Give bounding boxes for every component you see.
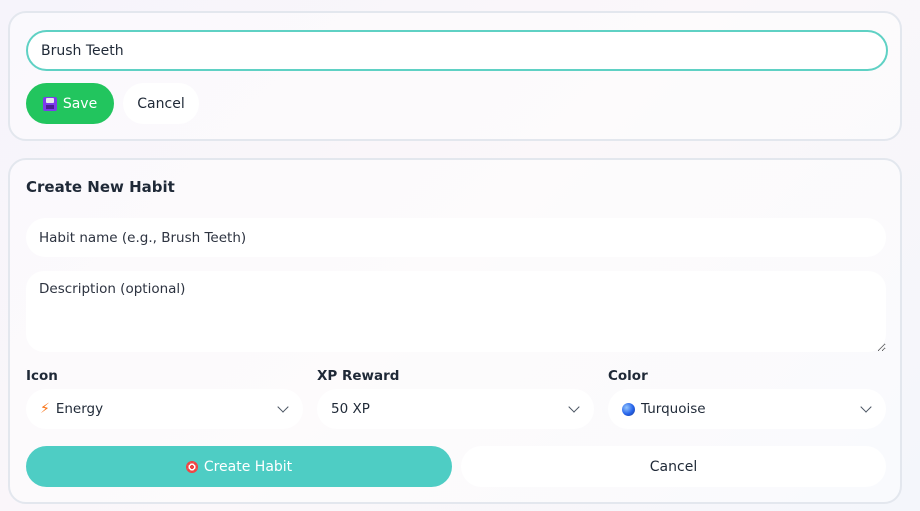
lightning-bolt-icon: ⚡ xyxy=(40,401,50,417)
save-button[interactable]: Save xyxy=(26,83,114,124)
cancel-edit-button[interactable]: Cancel xyxy=(123,83,199,124)
habit-name-input[interactable] xyxy=(26,218,886,257)
cancel-create-button[interactable]: Cancel xyxy=(461,446,886,487)
chevron-down-icon xyxy=(277,401,289,413)
icon-select[interactable]: ⚡ Energy xyxy=(26,389,303,429)
color-select-value: Turquoise xyxy=(641,401,706,417)
save-label: Save xyxy=(62,95,98,112)
create-habit-card: Create New Habit Icon XP Reward Color ⚡ … xyxy=(8,158,902,504)
description-input[interactable] xyxy=(26,271,886,352)
create-habit-button[interactable]: Create Habit xyxy=(26,446,452,487)
edit-habit-card: Save Cancel xyxy=(8,11,902,141)
chevron-down-icon xyxy=(860,401,872,413)
habit-name-edit-input[interactable] xyxy=(26,30,888,71)
color-label: Color xyxy=(608,368,648,384)
create-habit-label: Create Habit xyxy=(203,458,293,475)
color-select[interactable]: Turquoise xyxy=(608,389,886,429)
floppy-disk-icon xyxy=(42,96,57,111)
xp-reward-label: XP Reward xyxy=(317,368,400,384)
icon-label: Icon xyxy=(26,368,58,384)
xp-reward-select-value: 50 XP xyxy=(331,401,370,417)
xp-reward-select[interactable]: 50 XP xyxy=(317,389,594,429)
chevron-down-icon xyxy=(568,401,580,413)
icon-select-value: Energy xyxy=(55,401,104,417)
create-habit-title: Create New Habit xyxy=(26,178,175,196)
globe-icon xyxy=(622,402,635,416)
target-icon xyxy=(185,460,198,473)
